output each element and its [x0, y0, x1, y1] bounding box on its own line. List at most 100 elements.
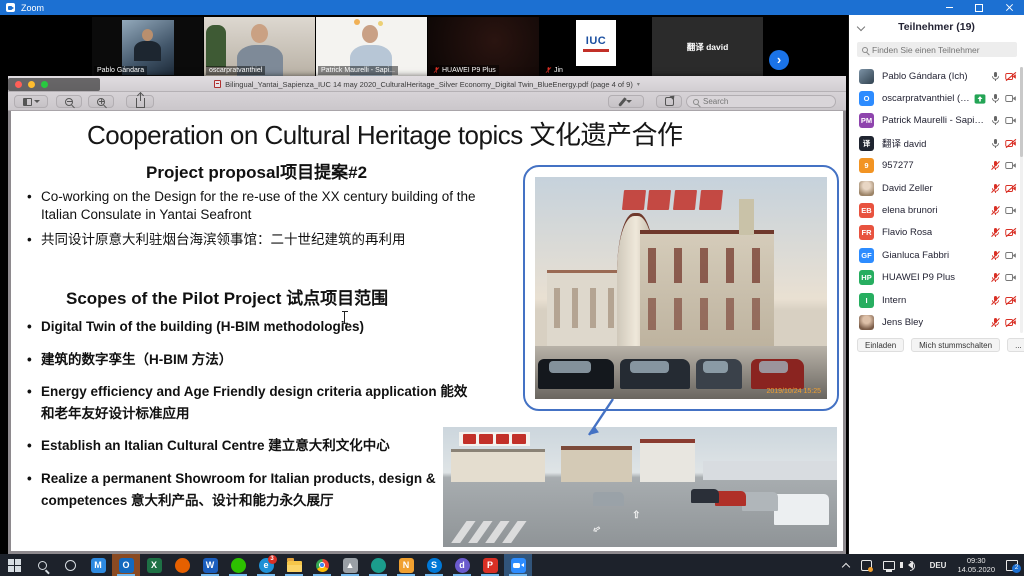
road-marking: ⇦	[590, 523, 602, 536]
title-chevron-icon[interactable]: ▾	[637, 81, 640, 88]
earth-taskbar-button[interactable]	[364, 554, 392, 576]
participant-name: 翻译 david	[882, 136, 926, 150]
explorer-taskbar-button[interactable]	[280, 554, 308, 576]
excel-taskbar-button[interactable]: X	[140, 554, 168, 576]
wechat-taskbar-button[interactable]	[224, 554, 252, 576]
pdf-search-field[interactable]	[686, 95, 836, 108]
close-button[interactable]	[994, 0, 1024, 15]
maximize-button[interactable]	[964, 0, 994, 15]
participant-row[interactable]: PMPatrick Maurelli - Sapienza Univ...	[849, 110, 1024, 132]
mute-me-button[interactable]: Mich stummschalten	[911, 338, 1000, 352]
video-thumbnail--david[interactable]: 翻译 david	[652, 17, 763, 77]
start-taskbar-button[interactable]	[0, 554, 28, 576]
participant-name: Patrick Maurelli - Sapienza Univ...	[882, 115, 984, 126]
mic-icon	[990, 115, 1001, 126]
minimize-button[interactable]	[934, 0, 964, 15]
video-icon	[1005, 93, 1017, 104]
participant-row[interactable]: Pablo Gándara (Ich)	[849, 65, 1024, 87]
edge-taskbar-button[interactable]: e3	[252, 554, 280, 576]
participant-row[interactable]: Ooscarpratvanthiel (Host)	[849, 87, 1024, 109]
participant-row[interactable]: David Zeller	[849, 177, 1024, 199]
parked-van	[774, 494, 829, 525]
sidebar-toggle-button[interactable]	[14, 95, 48, 108]
mic-muted-icon	[990, 250, 1001, 261]
consulate-photo: 2019/10/24 15:25	[535, 177, 827, 399]
building-chimney	[739, 199, 754, 235]
participant-row[interactable]: EBelena brunori	[849, 199, 1024, 221]
network-tray-button[interactable]	[878, 554, 900, 576]
participant-row[interactable]: IIntern	[849, 289, 1024, 311]
outlook-taskbar-button[interactable]: O	[112, 554, 140, 576]
share-button[interactable]	[126, 95, 154, 108]
notes-taskbar-button[interactable]: N	[392, 554, 420, 576]
store-taskbar-button[interactable]: M	[84, 554, 112, 576]
proposal-heading: Project proposal项目提案#2	[146, 158, 367, 183]
mic-icon	[990, 71, 1001, 82]
participant-status-icons	[990, 138, 1017, 149]
participant-row[interactable]: FRFlavio Rosa	[849, 222, 1024, 244]
participant-name: Jens Bley	[882, 317, 923, 328]
next-videos-button[interactable]: ›	[769, 50, 789, 70]
pdf-search-input[interactable]	[703, 97, 829, 106]
slide-bullet: Energy efficiency and Age Friendly desig…	[27, 381, 475, 424]
participant-status-icons	[990, 227, 1017, 238]
preview-titlebar[interactable]: Bilingual_Yantai_Sapienza_IUC 14 may 202…	[8, 76, 846, 92]
participant-row[interactable]: 译翻译 david	[849, 132, 1024, 154]
building-main	[640, 230, 774, 350]
pdf-reader-taskbar-button[interactable]: P	[476, 554, 504, 576]
chrome-taskbar-button[interactable]	[308, 554, 336, 576]
zoom-titlebar: Zoom	[0, 0, 1024, 15]
clock[interactable]: 09:30 14.05.2020	[952, 554, 1000, 576]
proposal-bullet-list: Co-working on the Design for the re-use …	[27, 188, 507, 255]
word-taskbar-button[interactable]: W	[196, 554, 224, 576]
video-thumbnail-patrick-maurelli-sapi-[interactable]: Patrick Maurelli - Sapi...	[316, 17, 427, 77]
tray-app-icon[interactable]	[856, 554, 878, 576]
participant-row[interactable]: Jens Bley	[849, 311, 1024, 333]
participant-row[interactable]: 9957277	[849, 155, 1024, 177]
video-thumbnail-jin[interactable]: IUC Jin	[540, 17, 651, 77]
mic-muted-icon	[990, 205, 1001, 216]
video-thumbnail-oscarpratvanthiel[interactable]: oscarpratvanthiel	[204, 17, 315, 77]
collapse-chevron-icon[interactable]	[858, 23, 865, 30]
designer-taskbar-button[interactable]: d	[448, 554, 476, 576]
zoom-in-button[interactable]	[88, 95, 114, 108]
screen: Zoom 翻译 david IUC Jin HUAWEI P9 Plus Pat…	[0, 0, 1024, 576]
participant-row[interactable]: GFGianluca Fabbri	[849, 244, 1024, 266]
slide-bullet: 建筑的数字孪生（H-BIM 方法）	[27, 349, 475, 371]
skype-taskbar-button[interactable]: S	[420, 554, 448, 576]
chrome-icon	[316, 559, 329, 572]
participant-search-input[interactable]	[872, 45, 1012, 55]
participant-row[interactable]: HPHUAWEI P9 Plus	[849, 267, 1024, 289]
wechat-icon	[231, 558, 246, 573]
language-indicator[interactable]: DEU	[924, 554, 953, 576]
participant-list: Pablo Gándara (Ich) Ooscarpratvanthiel (…	[849, 65, 1024, 334]
panorama-building	[703, 461, 837, 480]
photos-taskbar-button[interactable]: ▲	[336, 554, 364, 576]
zoom-taskbar-button[interactable]	[504, 554, 532, 576]
participant-search-field[interactable]	[857, 42, 1017, 57]
cortana-taskbar-button[interactable]	[56, 554, 84, 576]
slide-page: Cooperation on Cultural Heritage topics …	[11, 111, 843, 551]
tray-expand-button[interactable]	[836, 554, 856, 576]
rotate-button[interactable]	[656, 95, 682, 108]
zoom-out-button[interactable]	[56, 95, 82, 108]
participants-scrollbar[interactable]	[1020, 67, 1023, 333]
firefox-taskbar-button[interactable]	[168, 554, 196, 576]
search-taskbar-button[interactable]	[28, 554, 56, 576]
invite-button[interactable]: Einladen	[857, 338, 904, 352]
network-icon	[883, 561, 895, 570]
preview-toolbar: A	[8, 92, 846, 111]
volume-tray-button[interactable]	[900, 554, 924, 576]
markup-button[interactable]	[608, 95, 644, 108]
video-thumbnail-huawei-p9-plus[interactable]: HUAWEI P9 Plus	[428, 17, 539, 77]
action-center-button[interactable]	[1000, 554, 1024, 576]
participant-status-icons	[974, 93, 1017, 104]
taskbar-apps: MOX We3 ▲ NSdP	[0, 554, 532, 576]
participant-status-icons	[990, 317, 1017, 328]
panorama-building	[640, 439, 695, 482]
zoom-in-icon	[97, 98, 105, 106]
word-icon: W	[203, 558, 218, 573]
video-thumbnail-pablo-g-ndara[interactable]: Pablo Gándara	[92, 17, 203, 77]
zoom-app-icon	[6, 3, 15, 12]
more-button[interactable]: ...	[1007, 338, 1024, 352]
